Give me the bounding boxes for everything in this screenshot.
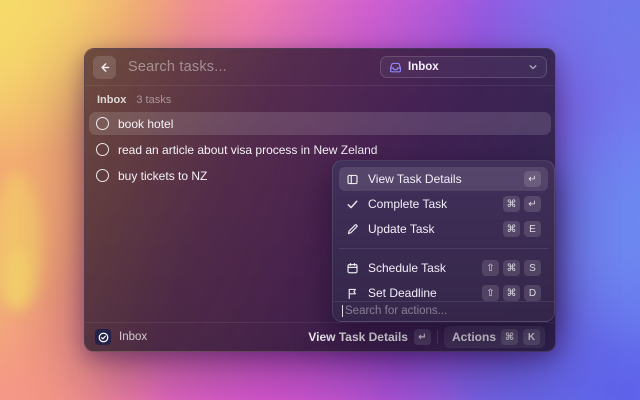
menu-divider [339,248,548,249]
return-key-badge: ↵ [524,196,541,212]
menu-item-label: Set Deadline [368,286,437,300]
check-icon [346,198,359,211]
cmd-key-badge: ⌘ [503,221,520,237]
task-label: read an article about visa process in Ne… [118,143,377,157]
statusbar-source-label: Inbox [119,331,147,343]
top-bar: Search tasks... Inbox [85,49,555,85]
actions-button[interactable]: Actions ⌘ K [444,326,545,348]
cmd-key-badge: ⌘ [503,285,520,301]
cmd-key-badge: ⌘ [503,196,520,212]
k-key-badge: K [523,329,540,345]
statusbar-separator [437,330,438,344]
pencil-icon [346,223,359,236]
primary-action-label: View Task Details [308,330,408,344]
task-app-window: Search tasks... Inbox Inbox 3 tasks book… [84,48,556,352]
menu-item-label: Complete Task [368,197,447,211]
menu-item-label: Update Task [368,222,435,236]
calendar-icon [346,262,359,275]
app-logo-icon [95,329,111,345]
text-caret [342,305,343,317]
return-key-badge: ↵ [524,171,541,187]
e-key-badge: E [524,221,541,237]
statusbar-actions: View Task Details ↵ Actions ⌘ K [308,326,545,348]
flag-icon [346,287,359,300]
return-key-badge: ↵ [414,329,431,345]
cmd-key-badge: ⌘ [503,260,520,276]
task-checkbox[interactable] [96,117,109,130]
dropdown-label: Inbox [408,61,439,73]
status-bar: Inbox View Task Details ↵ Actions ⌘ K [85,322,555,351]
menu-item-view-task-details[interactable]: View Task Details ↵ [339,167,548,191]
search-tasks-input[interactable]: Search tasks... [128,59,368,75]
shift-key-badge: ⇧ [482,285,499,301]
menu-item-schedule-task[interactable]: Schedule Task ⇧ ⌘ S [339,256,548,280]
menu-item-update-task[interactable]: Update Task ⌘ E [339,217,548,241]
menu-item-label: Schedule Task [368,261,446,275]
menu-item-complete-task[interactable]: Complete Task ⌘ ↵ [339,192,548,216]
desktop-background: Search tasks... Inbox Inbox 3 tasks book… [0,0,640,400]
actions-menu: View Task Details ↵ Complete Task ⌘ ↵ [332,160,555,322]
actions-search-input[interactable]: Search for actions... [333,301,554,321]
s-key-badge: S [524,260,541,276]
shift-key-badge: ⇧ [482,260,499,276]
d-key-badge: D [524,285,541,301]
section-count: 3 tasks [136,94,171,106]
section-title: Inbox [97,94,126,106]
actions-menu-list: View Task Details ↵ Complete Task ⌘ ↵ [339,167,548,301]
chevron-down-icon [528,62,538,72]
section-header: Inbox 3 tasks [85,86,555,112]
task-label: buy tickets to NZ [118,169,207,183]
cmd-key-badge: ⌘ [501,329,518,345]
menu-item-set-deadline[interactable]: Set Deadline ⇧ ⌘ D [339,281,548,301]
task-checkbox[interactable] [96,143,109,156]
inbox-icon [389,61,402,74]
panel-icon [346,173,359,186]
actions-label: Actions [452,330,496,344]
task-row[interactable]: read an article about visa process in Ne… [89,138,551,161]
task-checkbox[interactable] [96,169,109,182]
menu-item-label: View Task Details [368,172,462,186]
primary-action-button[interactable]: View Task Details ↵ [308,329,431,345]
back-button[interactable] [93,56,116,79]
task-label: book hotel [118,117,173,131]
task-row[interactable]: book hotel [89,112,551,135]
list-dropdown[interactable]: Inbox [380,56,547,78]
actions-search-placeholder: Search for actions... [345,305,447,317]
arrow-left-icon [98,61,111,74]
